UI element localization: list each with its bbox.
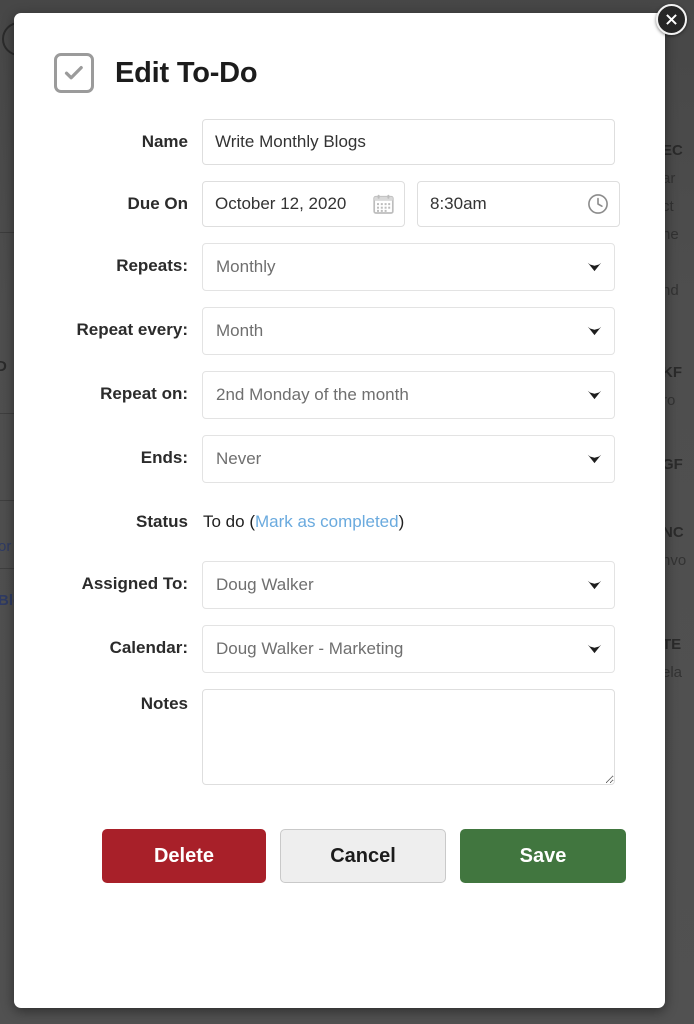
mark-as-completed-link[interactable]: Mark as completed: [255, 512, 399, 531]
form-row-status: Status To do (Mark as completed): [14, 499, 665, 545]
due-date-input[interactable]: [202, 181, 405, 227]
assigned-to-select[interactable]: Doug Walker: [202, 561, 615, 609]
name-label: Name: [14, 119, 202, 165]
due-time-wrapper: [417, 181, 620, 227]
form-row-repeats: Repeats: Monthly: [14, 243, 665, 291]
save-button[interactable]: Save: [460, 829, 626, 883]
calendar-select[interactable]: Doug Walker - Marketing: [202, 625, 615, 673]
background-text-fragment: GF: [662, 456, 683, 473]
status-label: Status: [14, 499, 202, 545]
screen: D or Blo EC ar ct he : nd KF ro GF NC nv…: [0, 0, 694, 1024]
close-button[interactable]: [656, 4, 687, 35]
page-title: Edit To-Do: [115, 57, 257, 90]
due-time-input[interactable]: [417, 181, 620, 227]
modal-header: Edit To-Do: [14, 13, 665, 93]
modal-action-buttons: Delete Cancel Save: [14, 801, 665, 883]
chevron-down-icon: [587, 390, 602, 401]
form-row-name: Name: [14, 119, 665, 165]
ends-value: Never: [216, 449, 261, 469]
background-text-fragment: NC: [662, 524, 684, 541]
chevron-down-icon: [587, 580, 602, 591]
chevron-down-icon: [587, 262, 602, 273]
status-open-paren: (: [245, 512, 255, 531]
status-value-group: To do (Mark as completed): [202, 499, 404, 545]
repeat-every-value: Month: [216, 321, 263, 341]
ends-label: Ends:: [14, 435, 202, 481]
repeats-select[interactable]: Monthly: [202, 243, 615, 291]
assigned-to-label: Assigned To:: [14, 561, 202, 607]
repeat-every-label: Repeat every:: [14, 307, 202, 353]
background-text-fragment: KF: [662, 364, 682, 381]
background-text-fragment: EC: [662, 142, 683, 159]
status-value: To do: [203, 512, 245, 531]
ends-select[interactable]: Never: [202, 435, 615, 483]
repeat-on-value: 2nd Monday of the month: [216, 385, 409, 405]
form-row-ends: Ends: Never: [14, 435, 665, 483]
calendar-value: Doug Walker - Marketing: [216, 639, 403, 659]
form-row-assigned-to: Assigned To: Doug Walker: [14, 561, 665, 609]
edit-todo-modal: Edit To-Do Name Due On: [14, 13, 665, 1008]
form-row-notes: Notes: [14, 689, 665, 785]
status-close-paren: ): [399, 512, 405, 531]
edit-todo-form: Name Due On: [14, 93, 665, 883]
delete-button[interactable]: Delete: [102, 829, 266, 883]
calendar-label: Calendar:: [14, 625, 202, 671]
due-on-label: Due On: [14, 181, 202, 227]
background-right-column: EC ar ct he : nd KF ro GF NC nvo TE ela: [660, 0, 694, 1024]
notes-textarea[interactable]: [202, 689, 615, 785]
background-text-fragment: D: [0, 358, 7, 375]
form-row-repeat-every: Repeat every: Month: [14, 307, 665, 355]
chevron-down-icon: [587, 454, 602, 465]
chevron-down-icon: [587, 644, 602, 655]
chevron-down-icon: [587, 326, 602, 337]
cancel-button[interactable]: Cancel: [280, 829, 446, 883]
close-icon: [664, 12, 679, 27]
repeat-on-select[interactable]: 2nd Monday of the month: [202, 371, 615, 419]
repeats-label: Repeats:: [14, 243, 202, 289]
background-text-fragment: or: [0, 538, 11, 555]
due-date-wrapper: [202, 181, 405, 227]
repeat-every-select[interactable]: Month: [202, 307, 615, 355]
checkbox-checked-icon: [54, 53, 94, 93]
notes-label: Notes: [14, 689, 202, 719]
assigned-to-value: Doug Walker: [216, 575, 314, 595]
background-text-fragment: ela: [662, 664, 682, 681]
name-input[interactable]: [202, 119, 615, 165]
repeat-on-label: Repeat on:: [14, 371, 202, 417]
form-row-calendar: Calendar: Doug Walker - Marketing: [14, 625, 665, 673]
form-row-repeat-on: Repeat on: 2nd Monday of the month: [14, 371, 665, 419]
background-text-fragment: nvo: [662, 552, 686, 569]
repeats-value: Monthly: [216, 257, 276, 277]
form-row-due-on: Due On: [14, 181, 665, 227]
